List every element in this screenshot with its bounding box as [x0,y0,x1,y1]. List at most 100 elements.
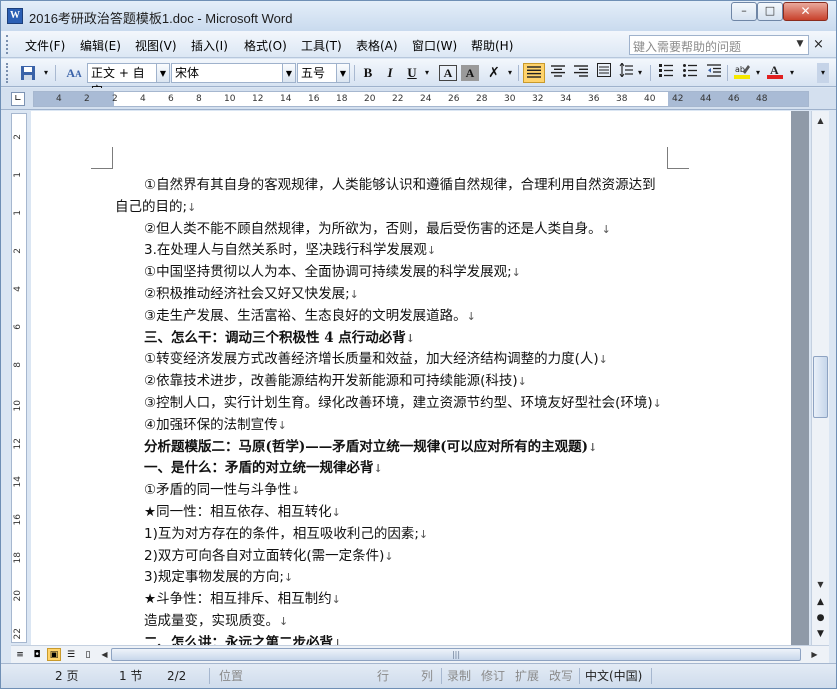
chevron-down-icon[interactable]: ▾ [422,63,432,83]
heading-paragraph[interactable]: 一、是什么：矛盾的对立统一规律必背↓ [115,458,685,480]
style-select[interactable]: 正文 + 自定 [87,63,157,98]
body-paragraph[interactable]: 3.在处理人与自然关系时，坚决践行科学发展观↓ [115,240,685,262]
decrease-indent-button[interactable] [703,63,725,83]
body-paragraph[interactable]: ①自然界有其自身的客观规律，人类能够认识和遵循自然规律，合理利用自然资源达到 [115,175,685,197]
chevron-down-icon[interactable]: ▾ [753,63,763,83]
document-body[interactable]: ①自然界有其自身的客观规律，人类能够认识和遵循自然规律，合理利用自然资源达到 自己… [115,175,685,645]
highlight-button[interactable]: ab [731,63,753,83]
horizontal-scrollbar[interactable]: ≡ ◘ ▣ ☰ ▯ ◀ ||| ▶ [11,645,829,663]
bold-button[interactable]: B [359,63,377,83]
minimize-button[interactable]: – [731,2,757,21]
chevron-down-icon[interactable]: ▾ [505,63,515,83]
previous-page-icon[interactable]: ▲ [813,595,828,609]
close-window-button[interactable]: ✕ [783,2,828,21]
char-scale-icon[interactable]: ✗ [483,63,505,83]
help-search-input[interactable]: 键入需要帮助的问题 [629,35,809,55]
bullets-button[interactable] [679,63,701,83]
char-shading-button[interactable]: A [461,65,479,81]
align-center-button[interactable] [547,63,569,83]
maximize-button[interactable]: □ [757,2,783,21]
status-record[interactable]: 录制 [447,667,471,685]
menu-format[interactable]: 格式(O) [244,37,287,54]
body-paragraph[interactable]: ④加强环保的法制宣传↓ [115,415,685,437]
outline-view-icon[interactable]: ☰ [64,648,78,661]
distributed-align-button[interactable] [593,63,615,83]
horizontal-ruler[interactable]: 4 2 2 4 6 8 10 12 14 16 18 20 22 24 26 28 30 32 34 36 38 40 42… [33,91,809,107]
tab-selector[interactable]: ∟ [11,92,25,106]
line-spacing-button[interactable] [617,62,635,83]
web-layout-view-icon[interactable]: ◘ [30,648,44,661]
body-paragraph[interactable]: ①中国坚持贯彻以人为本、全面协调可持续发展的科学发展观;↓ [115,262,685,284]
body-paragraph[interactable]: ★同一性：相互依存、相互转化↓ [115,502,685,524]
status-revise[interactable]: 修订 [481,667,505,685]
menu-insert[interactable]: 插入(I) [191,37,228,54]
status-overtype[interactable]: 改写 [549,667,573,685]
reading-layout-view-icon[interactable]: ▯ [81,648,95,661]
document-area[interactable]: ①自然界有其自身的客观规律，人类能够认识和遵循自然规律，合理利用自然资源达到 自己… [31,111,809,645]
body-paragraph[interactable]: 自己的目的;↓ [115,197,685,219]
align-right-button[interactable] [570,63,592,83]
chevron-down-icon[interactable]: ▼ [157,63,170,83]
menu-edit[interactable]: 编辑(E) [80,37,121,54]
scroll-left-arrow[interactable]: ◀ [97,647,112,663]
numbering-button[interactable] [655,63,677,83]
chevron-down-icon[interactable]: ▾ [787,63,797,83]
font-color-button[interactable]: A [765,63,785,83]
underline-button[interactable]: U [403,63,421,83]
menu-file[interactable]: 文件(F) [25,37,65,54]
body-paragraph[interactable]: ②依靠技术进步，改善能源结构开发新能源和可持续能源(科技)↓ [115,371,685,393]
heading-paragraph[interactable]: 三、怎么干：调动三个积极性 4 点行动必背↓ [115,328,685,350]
normal-view-icon[interactable]: ≡ [13,648,27,661]
toolbar-overflow-icon[interactable]: ▾ [41,63,51,83]
status-extend[interactable]: 扩展 [515,667,539,685]
menu-help[interactable]: 帮助(H) [471,37,513,54]
status-language[interactable]: 中文(中国) [585,667,642,685]
char-border-button[interactable]: A [439,65,457,81]
body-paragraph[interactable]: 2)双方可向各自对立面转化(需一定条件)↓ [115,546,685,568]
scroll-down-arrow[interactable]: ▼ [813,577,828,593]
chevron-down-icon[interactable]: ▼ [337,63,350,83]
heading-paragraph[interactable]: 二、怎么讲：永远之第二步必背↓ [115,633,685,645]
heading-paragraph[interactable]: 分析题模版二：马原(哲学)——矛盾对立统一规律(可以应对所有的主观题)↓ [115,437,685,459]
chevron-down-icon[interactable]: ▼ [793,36,807,53]
vertical-scroll-thumb[interactable] [813,356,828,418]
document-page[interactable]: ①自然界有其自身的客观规律，人类能够认识和遵循自然规律，合理利用自然资源达到 自己… [31,111,791,645]
menubar-grip[interactable] [6,35,10,54]
select-browse-object-icon[interactable]: ● [813,611,828,625]
save-button[interactable] [17,63,39,83]
chevron-down-icon[interactable]: ▾ [635,63,645,83]
print-layout-view-icon[interactable]: ▣ [47,648,61,661]
body-paragraph[interactable]: 3)规定事物发展的方向;↓ [115,567,685,589]
body-paragraph[interactable]: ①转变经济发展方式改善经济增长质量和效益，加大经济结构调整的力度(人)↓ [115,349,685,371]
body-paragraph[interactable]: ①矛盾的同一性与斗争性↓ [115,480,685,502]
menu-table[interactable]: 表格(A) [356,37,398,54]
horizontal-scroll-thumb[interactable]: ||| [111,648,801,661]
menu-window[interactable]: 窗口(W) [412,37,457,54]
font-size-select[interactable]: 五号 [297,63,337,83]
italic-button[interactable]: I [381,63,399,83]
body-paragraph[interactable]: ③走生产发展、生活富裕、生态良好的文明发展道路。↓ [115,306,685,328]
body-paragraph[interactable]: ③控制人口，实行计划生育。绿化改善环境，建立资源节约型、环境友好型社会(环境)↓ [115,393,685,415]
scroll-right-arrow[interactable]: ▶ [807,647,822,663]
vertical-scrollbar[interactable]: ▲ ▼ ▲ ● ▼ [811,111,829,645]
body-paragraph[interactable]: 1)互为对方存在的条件，相互吸收利己的因素;↓ [115,524,685,546]
toolbar-grip[interactable] [6,63,10,83]
body-paragraph[interactable]: ②但人类不能不顾自然规律，为所欲为，否则，最后受伤害的还是人类自身。↓ [115,219,685,241]
menu-view[interactable]: 视图(V) [135,37,177,54]
styles-pane-icon[interactable]: AA [63,63,85,83]
align-justify-button[interactable] [523,63,545,83]
toolbar-options-icon[interactable]: ▾ [817,63,829,83]
bulleted-list-icon [683,64,697,77]
close-document-icon[interactable]: × [813,37,824,52]
next-page-icon[interactable]: ▼ [813,627,828,641]
chevron-down-icon[interactable]: ▼ [283,63,296,83]
word-app-icon[interactable]: W [7,8,23,24]
font-select[interactable]: 宋体 [171,63,283,83]
scroll-up-arrow[interactable]: ▲ [813,113,828,129]
body-paragraph[interactable]: ★斗争性：相互排斥、相互制约↓ [115,589,685,611]
ruler-tick-label: 1 [13,210,23,216]
body-paragraph[interactable]: 造成量变，实现质变。↓ [115,611,685,633]
vertical-ruler[interactable]: 2 1 1 2 4 6 8 10 12 14 16 18 20 22 [11,113,27,643]
body-paragraph[interactable]: ②积极推动经济社会又好又快发展;↓ [115,284,685,306]
menu-tools[interactable]: 工具(T) [301,37,342,54]
